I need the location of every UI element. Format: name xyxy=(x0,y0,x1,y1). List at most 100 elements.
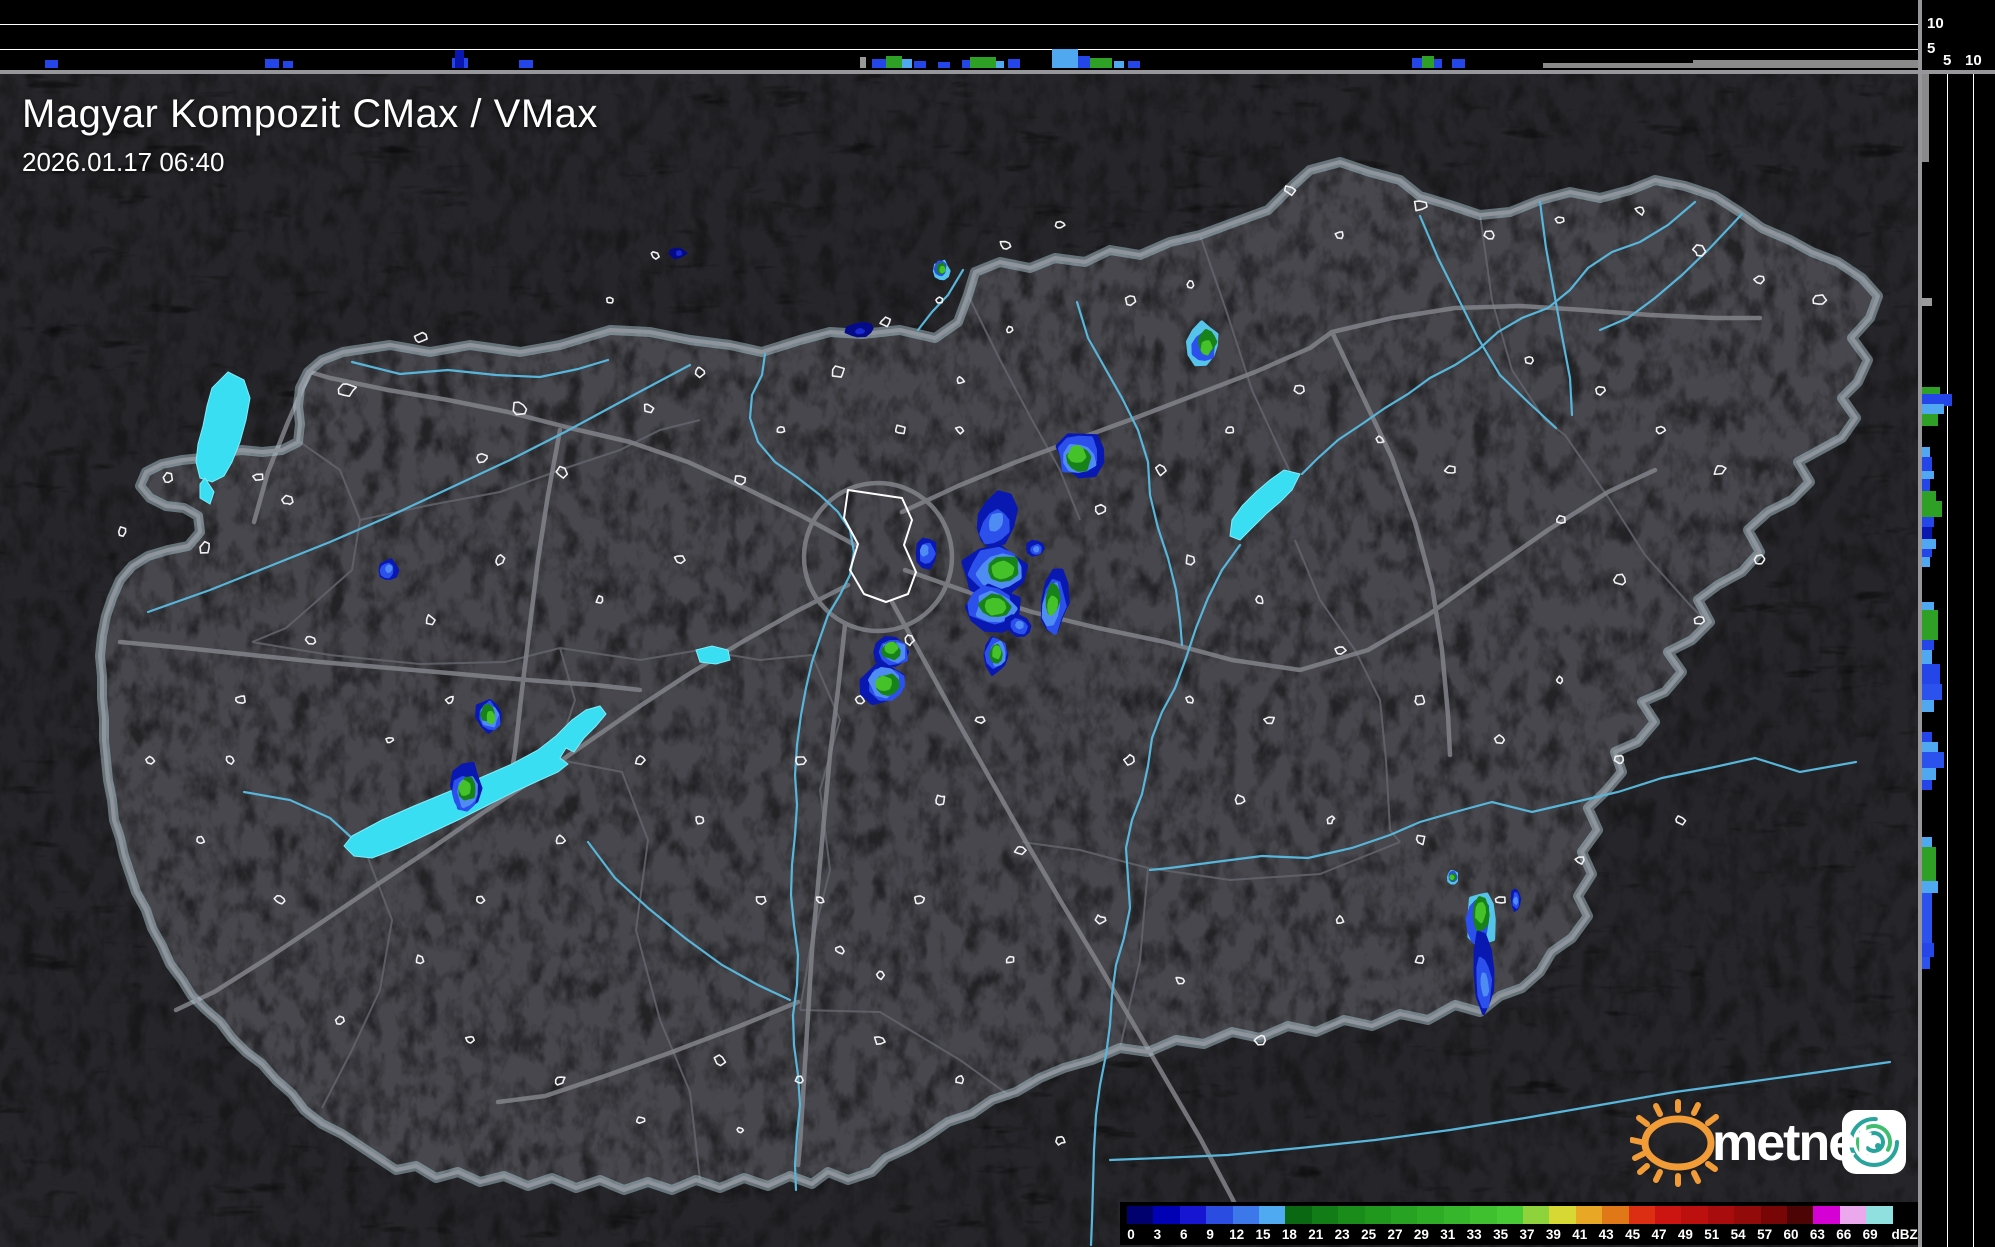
echo-blob xyxy=(988,512,1004,532)
side-profile-echo xyxy=(1922,837,1932,847)
top-profile-echo xyxy=(914,61,926,68)
colorbar-tick-label: 9 xyxy=(1206,1227,1214,1242)
colorbar-segment xyxy=(1549,1206,1577,1224)
colorbar-tick-label: 31 xyxy=(1440,1227,1456,1242)
top-height-profile xyxy=(0,0,1918,70)
side-profile-echo xyxy=(1922,501,1942,517)
metnet-wordmark: metnet xyxy=(1712,1114,1872,1172)
top-profile-echo xyxy=(1078,56,1090,68)
colorbar-segment xyxy=(1839,1206,1867,1224)
top-profile-echo xyxy=(519,60,533,68)
colorbar-segment xyxy=(1259,1206,1286,1224)
colorbar-tick-label: 35 xyxy=(1493,1227,1509,1242)
colorbar-tick-label: 33 xyxy=(1466,1227,1482,1242)
side-profile-echo xyxy=(1922,471,1934,479)
colorbar-segment xyxy=(1628,1206,1656,1224)
colorbar-tick-label: 23 xyxy=(1334,1227,1350,1242)
colorbar-tick-label: 6 xyxy=(1180,1227,1188,1242)
echo-blob xyxy=(1475,902,1487,924)
echo-blob xyxy=(1067,444,1087,463)
top-profile-echo xyxy=(1128,61,1140,68)
colorbar-tick-label: 49 xyxy=(1677,1227,1693,1242)
top-profile-echo xyxy=(860,57,866,68)
side-profile-echo xyxy=(1922,457,1932,471)
colorbar-segment xyxy=(1496,1206,1524,1224)
side-profile-echo xyxy=(1922,527,1932,539)
title-block: Magyar Kompozit CMax / VMax 2026.01.17 0… xyxy=(22,92,598,178)
echo-blob xyxy=(1200,340,1213,356)
side-profile-echo xyxy=(1922,479,1930,491)
side-profile-echo xyxy=(1922,447,1930,457)
colorbar-segment xyxy=(1206,1206,1234,1224)
side-profile-echo xyxy=(1922,768,1936,780)
side-profile-echo xyxy=(1922,752,1944,768)
colorbar-tick-label: 60 xyxy=(1783,1227,1799,1242)
side-profile-echo xyxy=(1922,732,1932,742)
colorbar-tick-label: 63 xyxy=(1809,1227,1825,1242)
top-profile-echo xyxy=(1693,60,1918,68)
colorbar-segment xyxy=(1285,1206,1313,1224)
colorbar-segment xyxy=(1338,1206,1366,1224)
colorbar-segment xyxy=(1470,1206,1498,1224)
colorbar-tick-label: 39 xyxy=(1545,1227,1561,1242)
colorbar-segment xyxy=(1813,1206,1841,1224)
side-profile-echo xyxy=(1922,780,1932,790)
side-profile-echo xyxy=(1922,640,1934,650)
side-profile-echo xyxy=(1922,650,1932,664)
colorbar-tick-label: 66 xyxy=(1836,1227,1852,1242)
colorbar-unit-label: dBZ xyxy=(1891,1227,1918,1242)
side-profile-echo xyxy=(1922,893,1932,943)
top-profile-echo xyxy=(886,56,902,68)
echo-blob xyxy=(486,710,496,725)
side-profile-echo xyxy=(1922,610,1938,640)
top-profile-echo xyxy=(872,59,886,68)
side-profile-echo xyxy=(1922,881,1938,893)
side-profile-echo xyxy=(1922,700,1934,712)
echo-blob xyxy=(919,544,929,557)
colorbar-tick-label: 41 xyxy=(1572,1227,1588,1242)
page-title: Magyar Kompozit CMax / VMax xyxy=(22,92,598,136)
top-profile-echo xyxy=(1452,59,1465,68)
colorbar-segment xyxy=(1443,1206,1471,1224)
colorbar-segment xyxy=(1232,1206,1260,1224)
side-profile-echo xyxy=(1922,549,1932,557)
side-axis-label-5: 5 xyxy=(1943,52,1952,69)
colorbar-tick-label: 43 xyxy=(1598,1227,1614,1242)
top-profile-echo xyxy=(996,61,1004,68)
side-profile-echo xyxy=(1922,414,1938,426)
echo-blob xyxy=(1032,546,1040,553)
radar-composite-viewer: Magyar Kompozit CMax / VMax 2026.01.17 0… xyxy=(0,0,1995,1247)
side-gridline-10km xyxy=(1973,74,1974,1247)
colorbar-segment xyxy=(1707,1206,1735,1224)
colorbar-segment xyxy=(1734,1206,1762,1224)
side-profile-echo xyxy=(1922,943,1934,957)
top-profile-echo xyxy=(1052,49,1078,68)
colorbar-segment xyxy=(1575,1206,1603,1224)
axis-corner: 10 5 5 10 xyxy=(1922,0,1995,70)
top-profile-echo xyxy=(902,59,912,68)
colorbar-tick-label: 69 xyxy=(1862,1227,1878,1242)
side-profile-echo xyxy=(1922,404,1944,414)
echo-blob xyxy=(1015,621,1024,630)
colorbar-segment xyxy=(1417,1206,1445,1224)
top-profile-echo xyxy=(938,62,950,68)
echo-blob xyxy=(855,327,865,335)
colorbar-tick-label: 51 xyxy=(1704,1227,1720,1242)
top-profile-echo xyxy=(1422,56,1434,68)
colorbar-tick-label: 37 xyxy=(1519,1227,1535,1242)
colorbar-segment xyxy=(1391,1206,1418,1224)
top-profile-echo xyxy=(1114,61,1124,68)
top-axis-label-5: 5 xyxy=(1927,40,1936,57)
echo-blob xyxy=(458,779,471,796)
colorbar-segment xyxy=(1655,1206,1682,1224)
top-profile-echo xyxy=(1090,58,1112,68)
colorbar-segment xyxy=(1364,1206,1392,1224)
top-gridline-10km xyxy=(0,24,1918,25)
colorbar-tick-label: 57 xyxy=(1757,1227,1773,1242)
echo-blob xyxy=(884,641,899,654)
colorbar-tick-label: 25 xyxy=(1361,1227,1377,1242)
echo-blob xyxy=(1047,595,1058,616)
colorbar-segment xyxy=(1179,1206,1207,1224)
side-axis-label-10: 10 xyxy=(1965,52,1982,69)
echo-blob xyxy=(991,560,1015,580)
